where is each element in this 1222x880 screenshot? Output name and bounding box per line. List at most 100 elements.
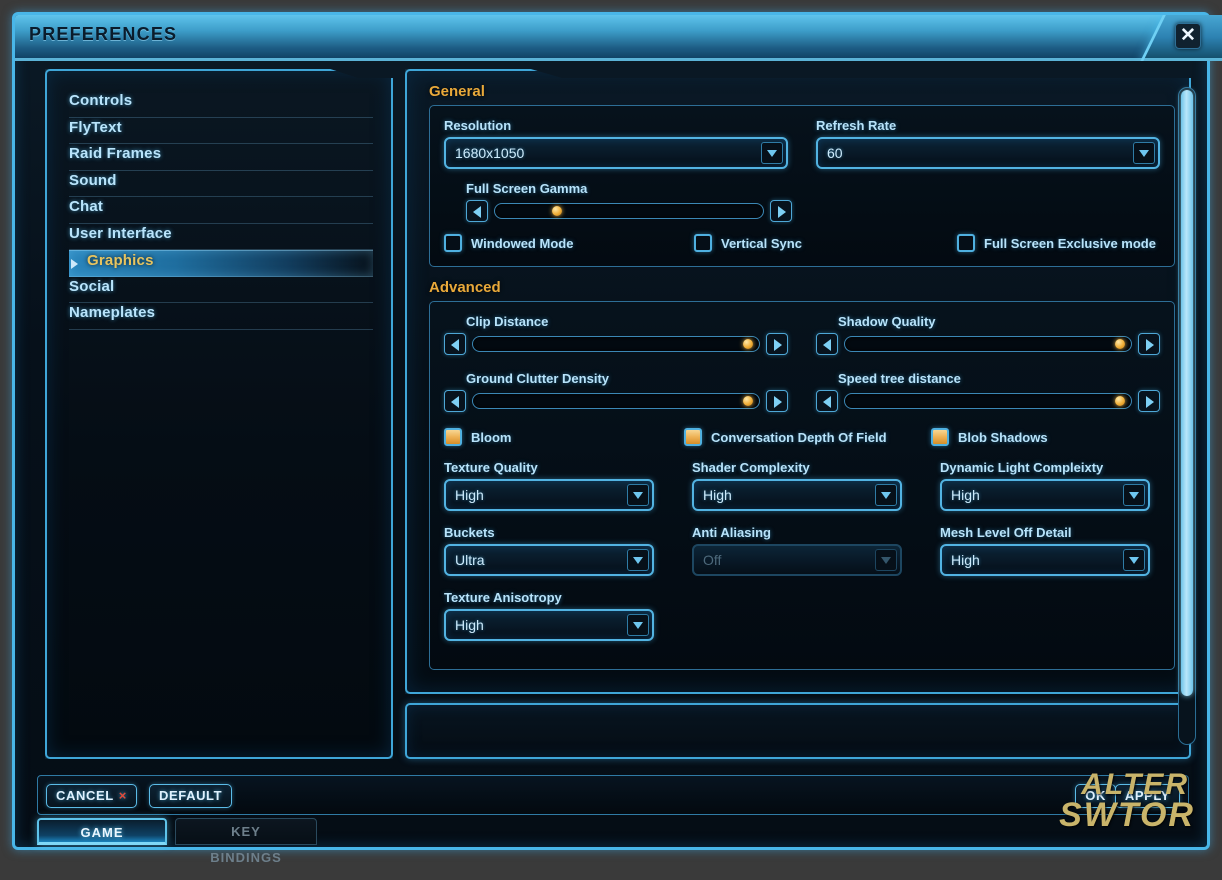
slider-row <box>444 390 788 412</box>
general-group: Resolution 1680x1050 Refresh Rate 60 Ful… <box>429 105 1175 267</box>
checkbox-blob-shadows[interactable]: Blob Shadows <box>931 428 1048 446</box>
window-title: PREFERENCES <box>29 24 178 44</box>
checkbox-vertical-sync[interactable]: Vertical Sync <box>694 234 957 252</box>
sidebar-item-label: Controls <box>69 92 133 109</box>
general-checkbox-row: Windowed Mode Vertical Sync Full Screen Ex… <box>444 234 1160 252</box>
dropdown-texture-quality[interactable]: High <box>444 479 654 511</box>
resolution-dropdown[interactable]: 1680x1050 <box>444 137 788 169</box>
slider-increase-button[interactable] <box>1138 333 1160 355</box>
slider-label: Speed tree distance <box>838 371 961 386</box>
advanced-group: Clip Distance Shadow Quality Ground Clutte… <box>429 301 1175 670</box>
checkbox-windowed-mode[interactable]: Windowed Mode <box>444 234 694 252</box>
chevron-down-icon[interactable] <box>1123 484 1145 506</box>
tab-key-bindings[interactable]: KEY BINDINGS <box>175 818 317 865</box>
slider-decrease-button[interactable] <box>444 390 466 412</box>
gamma-slider-handle[interactable] <box>551 206 562 216</box>
window-body: Controls FlyText Raid Frames Sound Chat User … <box>23 61 1199 767</box>
dropdown-label: Anti Aliasing <box>692 525 771 540</box>
slider-handle[interactable] <box>742 396 753 406</box>
dropdown-texture-anisotropy[interactable]: High <box>444 609 654 641</box>
gamma-slider-track[interactable] <box>494 203 764 219</box>
checkbox-checked-icon[interactable] <box>684 428 702 446</box>
apply-button[interactable]: APPLY <box>1114 784 1180 808</box>
sidebar-item-raid-frames[interactable]: Raid Frames <box>69 144 373 171</box>
dropdown-dynamic-light-compleixty[interactable]: High <box>940 479 1150 511</box>
checkbox-unchecked-icon[interactable] <box>957 234 975 252</box>
cancel-button[interactable]: CANCEL × <box>46 784 137 808</box>
sidebar-item-label: Raid Frames <box>69 145 162 162</box>
ok-button[interactable]: OK <box>1075 784 1116 808</box>
checkbox-label: Windowed Mode <box>471 235 574 251</box>
gamma-decrease-button[interactable] <box>466 200 488 222</box>
chevron-down-icon[interactable] <box>1123 549 1145 571</box>
slider-track[interactable] <box>844 393 1132 409</box>
dropdown-value: Ultra <box>455 552 485 568</box>
advanced-dropdown-grid: Texture Quality High Shader Complexity High… <box>444 460 1160 641</box>
slider-track[interactable] <box>844 336 1132 352</box>
tab-game[interactable]: GAME <box>37 818 167 845</box>
sidebar-item-graphics[interactable]: Graphics <box>69 250 373 277</box>
slider-increase-button[interactable] <box>766 333 788 355</box>
dropdown-label: Texture Anisotropy <box>444 590 562 605</box>
checkbox-bloom[interactable]: Bloom <box>444 428 684 446</box>
dropdown-value: Off <box>703 552 722 568</box>
sidebar-item-controls[interactable]: Controls <box>69 91 373 118</box>
tab-bar: GAME KEY BINDINGS <box>37 818 637 865</box>
slider-handle[interactable] <box>1114 339 1125 349</box>
refresh-rate-value: 60 <box>827 145 843 161</box>
checkbox-unchecked-icon[interactable] <box>444 234 462 252</box>
close-icon[interactable]: ✕ <box>1175 23 1201 49</box>
chevron-down-icon[interactable] <box>1133 142 1155 164</box>
chevron-down-icon[interactable] <box>627 614 649 636</box>
sidebar-item-user-interface[interactable]: User Interface <box>69 224 373 250</box>
dropdown-shader-complexity[interactable]: High <box>692 479 902 511</box>
slider-decrease-button[interactable] <box>816 333 838 355</box>
sidebar-item-nameplates[interactable]: Nameplates <box>69 303 373 330</box>
sidebar-item-chat[interactable]: Chat <box>69 197 373 224</box>
refresh-rate-dropdown[interactable]: 60 <box>816 137 1160 169</box>
scrollbar-thumb[interactable] <box>1181 90 1193 696</box>
sidebar-item-social[interactable]: Social <box>69 277 373 303</box>
chevron-right-icon <box>71 259 78 269</box>
sidebar-item-label: FlyText <box>69 118 122 136</box>
checkbox-unchecked-icon[interactable] <box>694 234 712 252</box>
dropdown-anti-aliasing: Off <box>692 544 902 576</box>
chevron-down-icon[interactable] <box>627 484 649 506</box>
title-bar: PREFERENCES <box>15 15 1222 61</box>
slider-handle[interactable] <box>1114 396 1125 406</box>
slider-decrease-button[interactable] <box>444 333 466 355</box>
slider-track[interactable] <box>472 336 760 352</box>
slider-handle[interactable] <box>742 339 753 349</box>
checkbox-checked-icon[interactable] <box>931 428 949 446</box>
sidebar-item-sound[interactable]: Sound <box>69 171 373 197</box>
slider-increase-button[interactable] <box>766 390 788 412</box>
checkbox-full-screen-exclusive-mode[interactable]: Full Screen Exclusive mode <box>957 234 1156 252</box>
sidebar-item-label: Nameplates <box>69 304 156 321</box>
checkbox-conversation-depth-of-field[interactable]: Conversation Depth Of Field <box>684 428 931 446</box>
slider-field-ground-clutter-density: Ground Clutter Density <box>444 371 788 412</box>
sidebar-item-flytext[interactable]: FlyText <box>69 118 373 144</box>
dropdown-buckets[interactable]: Ultra <box>444 544 654 576</box>
slider-increase-button[interactable] <box>1138 390 1160 412</box>
slider-row <box>816 333 1160 355</box>
dropdown-field-anti-aliasing: Anti Aliasing Off <box>692 525 912 576</box>
checkbox-label: Blob Shadows <box>958 429 1048 445</box>
slider-decrease-button[interactable] <box>816 390 838 412</box>
chevron-down-icon[interactable] <box>761 142 783 164</box>
checkbox-checked-icon[interactable] <box>444 428 462 446</box>
section-heading-general: General <box>429 83 485 100</box>
slider-track[interactable] <box>472 393 760 409</box>
chevron-down-icon <box>875 549 897 571</box>
chevron-down-icon[interactable] <box>627 549 649 571</box>
settings-content-panel: General Resolution 1680x1050 Refresh Rat… <box>405 69 1191 694</box>
chevron-down-icon[interactable] <box>875 484 897 506</box>
dropdown-field-texture-anisotropy: Texture Anisotropy High <box>444 590 664 641</box>
resolution-field: Resolution 1680x1050 <box>444 118 788 169</box>
dropdown-value: High <box>455 487 484 503</box>
sidebar-item-label: User Interface <box>69 224 172 242</box>
content-scrollbar[interactable] <box>1178 87 1196 745</box>
default-button[interactable]: DEFAULT <box>149 784 233 808</box>
dropdown-mesh-level-off-detail[interactable]: High <box>940 544 1150 576</box>
dropdown-label: Buckets <box>444 525 495 540</box>
gamma-increase-button[interactable] <box>770 200 792 222</box>
